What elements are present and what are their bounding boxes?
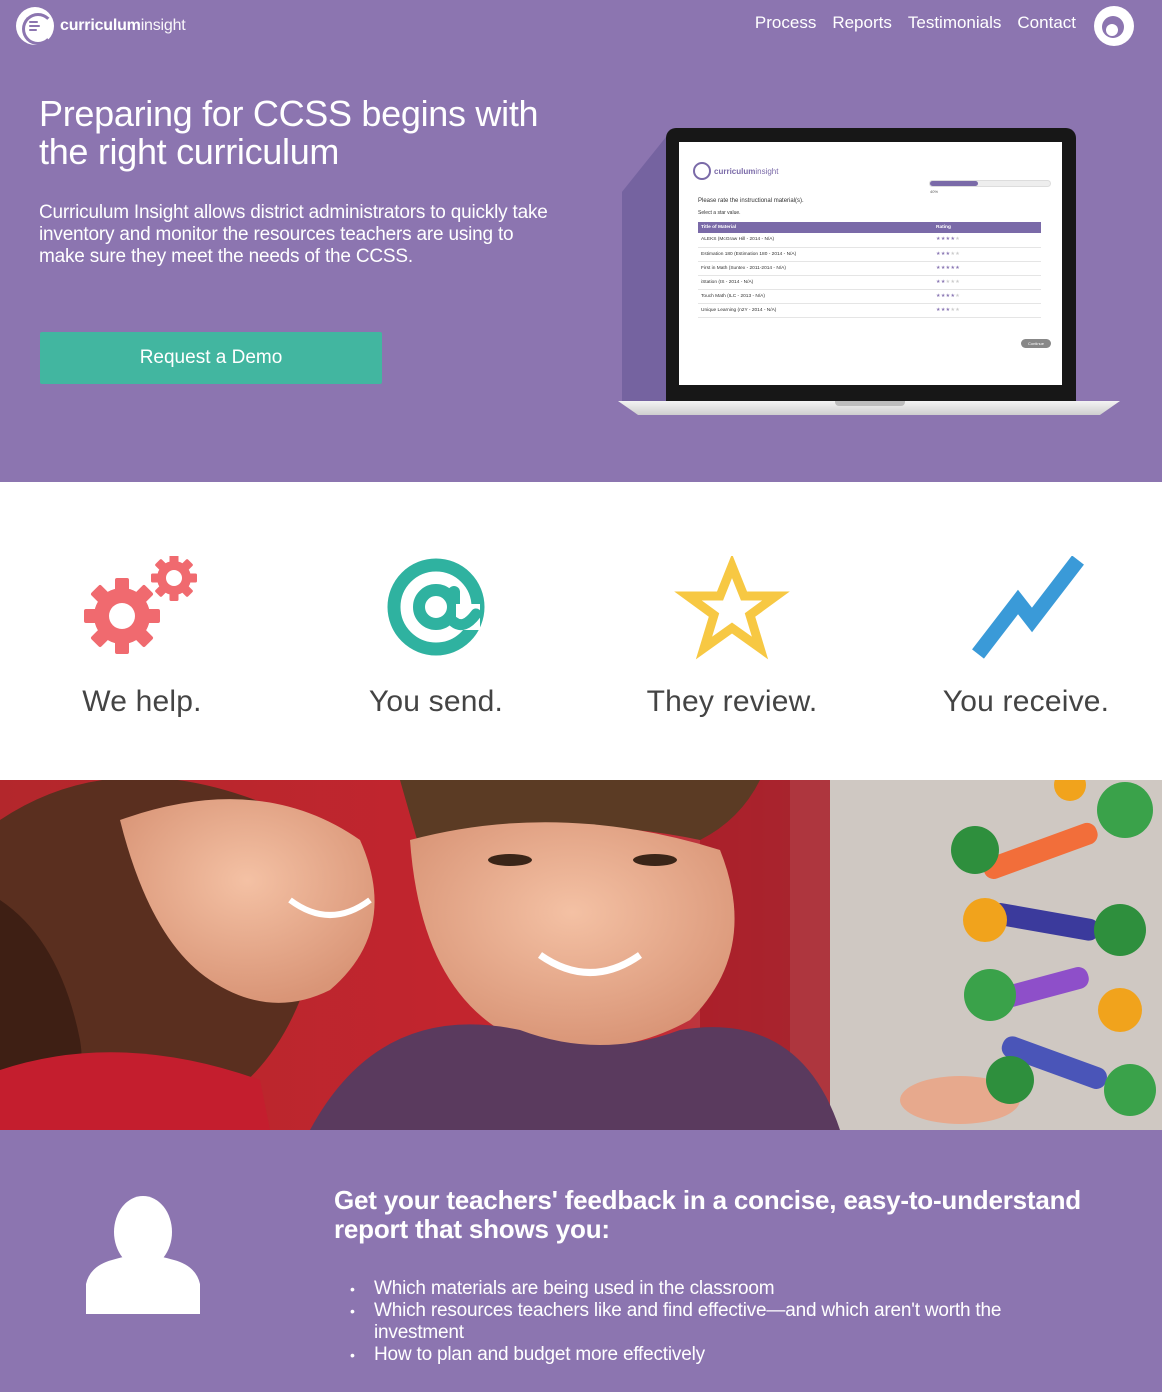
- gears-icon: [84, 555, 197, 654]
- survey-progress-label: 40%: [930, 189, 939, 194]
- star-rating[interactable]: ★★★★★: [933, 289, 1041, 304]
- rating-star-icon[interactable]: ★: [955, 294, 960, 299]
- screen-logo-icon: [693, 162, 711, 180]
- hero-section: curriculuminsight Process Reports Testim…: [0, 0, 1162, 482]
- survey-question: Please rate the instructional material(s…: [698, 198, 804, 204]
- trend-line-icon: [972, 555, 1084, 659]
- hero-description: Curriculum Insight allows district admin…: [39, 202, 548, 267]
- report-benefits-list: Which materials are being used in the cl…: [350, 1278, 1094, 1366]
- table-row: iStation (IS - 2014 - N/A) ★★★★★: [698, 275, 1041, 290]
- report-heading: Get your teachers' feedback in a concise…: [334, 1185, 1081, 1244]
- star-rating[interactable]: ★★★★★: [933, 247, 1041, 262]
- step-label: You send.: [368, 685, 504, 718]
- ratings-table: Title of Material Rating ALEKS (McGraw H…: [698, 222, 1041, 318]
- rating-star-icon[interactable]: ★: [955, 308, 960, 313]
- laptop-screen: curriculuminsight 40% Please rate the in…: [679, 142, 1062, 385]
- nav-contact[interactable]: Contact: [1017, 13, 1076, 33]
- table-row: First in Math (Suntex - 2011-2014 - N/A)…: [698, 261, 1041, 276]
- request-demo-button[interactable]: Request a Demo: [40, 332, 382, 384]
- screen-logo: curriculuminsight: [693, 162, 778, 180]
- rating-star-icon[interactable]: ★: [955, 252, 960, 257]
- laptop-shadow: [622, 132, 670, 404]
- laptop-notch: [835, 401, 905, 406]
- process-steps: We help. You send. They review. You rece…: [0, 482, 1162, 780]
- survey-progress-fill: [930, 181, 978, 186]
- table-row: Estimation 180 (Estimation 180 - 2014 - …: [698, 247, 1041, 262]
- star-rating[interactable]: ★★★★★: [933, 261, 1041, 276]
- nav-process[interactable]: Process: [755, 13, 816, 33]
- step-label: They review.: [646, 685, 818, 718]
- step-label: We help.: [82, 685, 202, 718]
- user-avatar-icon: [86, 1196, 200, 1314]
- column-header-rating: Rating: [933, 222, 1041, 233]
- hero-title: Preparing for CCSS begins with the right…: [39, 93, 539, 172]
- logo-icon: [16, 7, 54, 45]
- rating-star-icon[interactable]: ★: [955, 237, 960, 242]
- continue-button[interactable]: Continue: [1021, 339, 1051, 348]
- step-they-review: They review.: [602, 553, 862, 719]
- brand-emblem-icon[interactable]: [1094, 6, 1134, 46]
- star-rating[interactable]: ★★★★★: [933, 233, 1041, 248]
- step-label: You receive.: [942, 685, 1110, 718]
- material-title: Estimation 180 (Estimation 180 - 2014 - …: [698, 247, 933, 262]
- step-we-help: We help.: [12, 555, 272, 719]
- list-item: How to plan and budget more effectively: [350, 1344, 1094, 1366]
- students-photo: [0, 780, 1162, 1130]
- step-you-send: You send.: [306, 556, 566, 719]
- logo-text: curriculuminsight: [60, 17, 186, 34]
- survey-progress-bar: [929, 180, 1051, 187]
- list-item: Which resources teachers like and find e…: [350, 1300, 1094, 1344]
- nav-reports[interactable]: Reports: [832, 13, 892, 33]
- survey-instruction: Select a star value.: [698, 210, 741, 216]
- rating-star-icon[interactable]: ★: [955, 280, 960, 285]
- table-row: ALEKS (McGraw Hill - 2014 - N/A) ★★★★★: [698, 233, 1041, 248]
- logo[interactable]: curriculuminsight: [16, 7, 186, 45]
- table-row: Unique Learning (n2Y - 2014 - N/A) ★★★★★: [698, 303, 1041, 318]
- material-title: First in Math (Suntex - 2011-2014 - N/A): [698, 261, 933, 276]
- material-title: iStation (IS - 2014 - N/A): [698, 275, 933, 290]
- star-rating[interactable]: ★★★★★: [933, 275, 1041, 290]
- step-you-receive: You receive.: [896, 555, 1156, 719]
- rating-star-icon[interactable]: ★: [955, 266, 960, 271]
- students-illustration: [0, 780, 1162, 1130]
- nav-testimonials[interactable]: Testimonials: [908, 13, 1002, 33]
- list-item: Which materials are being used in the cl…: [350, 1278, 1094, 1300]
- star-rating[interactable]: ★★★★★: [933, 303, 1041, 318]
- at-sign-icon: [387, 558, 485, 656]
- material-title: Touch Math (ILC - 2013 - N/A): [698, 289, 933, 304]
- column-header-title: Title of Material: [698, 222, 933, 233]
- table-row: Touch Math (ILC - 2013 - N/A) ★★★★★: [698, 289, 1041, 304]
- star-icon: [674, 553, 790, 660]
- material-title: ALEKS (McGraw Hill - 2014 - N/A): [698, 233, 933, 248]
- main-nav: Process Reports Testimonials Contact: [755, 13, 1076, 33]
- report-section: Get your teachers' feedback in a concise…: [0, 1130, 1162, 1392]
- material-title: Unique Learning (n2Y - 2014 - N/A): [698, 303, 933, 318]
